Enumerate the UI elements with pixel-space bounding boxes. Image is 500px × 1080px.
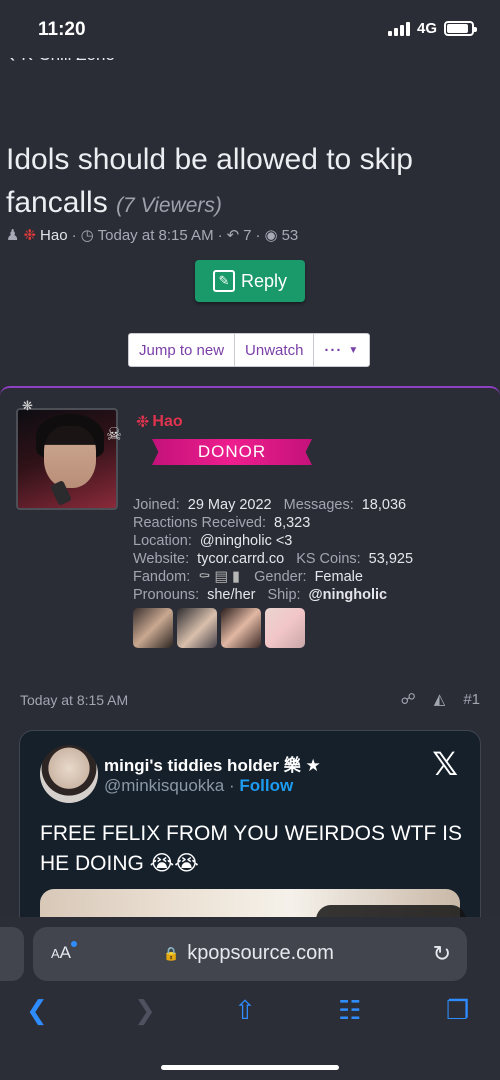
fandom-icons: ⚰ ▤ ▮ [198, 568, 240, 586]
thread-title: Idols should be allowed to skip fancalls… [6, 138, 486, 227]
home-indicator [161, 1065, 339, 1070]
eye-icon: ◉ [264, 227, 278, 244]
skull-decoration-icon: ☠ [106, 424, 123, 444]
reply-button-label: Reply [240, 270, 288, 291]
post-number[interactable]: #1 [463, 691, 480, 708]
follow-link[interactable]: Follow [239, 776, 293, 795]
post-actions: ☍ ◭ #1 [401, 690, 480, 709]
flair-icon: ❉ [23, 227, 37, 244]
more-dots: ··· [324, 341, 343, 359]
share-icon[interactable]: ☍ [401, 690, 416, 708]
status-time: 11:20 [38, 19, 86, 40]
network-label: 4G [416, 20, 437, 37]
tweet-handle-row: @minkisquokka · Follow [104, 776, 294, 795]
view-count: 53 [281, 226, 299, 244]
bench-icon: ▤ [214, 569, 229, 585]
clock-icon: ◷ [80, 227, 94, 244]
reply-count: 7 [243, 226, 252, 244]
thread-meta: ♟ ❉ Hao · ◷ Today at 8:15 AM · ↶ 7 · ◉ 5… [6, 226, 299, 245]
user-icon: ♟ [6, 227, 20, 244]
bookmark-icon[interactable]: ◭ [434, 690, 446, 708]
back-icon[interactable]: ❮ [26, 995, 48, 1026]
address-bar[interactable]: AA 🔒 kpopsource.com ↻ [33, 927, 467, 981]
thread-timestamp[interactable]: Today at 8:15 AM [98, 227, 214, 244]
unwatch-button[interactable]: Unwatch [235, 334, 315, 366]
flair-icon: ❉ [136, 414, 150, 431]
reload-icon[interactable]: ↻ [433, 941, 451, 967]
ship-image[interactable] [265, 608, 305, 648]
reader-aa-button[interactable]: AA [51, 941, 78, 963]
donor-banner: DONOR [152, 439, 312, 465]
separator: · [255, 226, 261, 244]
separator: · [71, 226, 77, 244]
signal-icon [387, 21, 410, 36]
notification-dot [71, 941, 78, 947]
messages-count[interactable]: 18,036 [362, 496, 406, 514]
ship-value[interactable]: @ningholic [309, 586, 388, 604]
tweet-text: FREE FELIX FROM YOU WEIRDOS WTF IS HE DO… [40, 822, 462, 875]
browser-toolbar: AA 🔒 kpopsource.com ↻ ❮ ❯ ⇧ ☷ ❐ [0, 917, 500, 1080]
pronouns-value: she/her [207, 587, 256, 603]
status-indicators: 4G [387, 20, 477, 37]
forward-icon[interactable]: ❯ [134, 995, 156, 1026]
more-options-button[interactable]: ··· ▼ [314, 334, 369, 366]
ship-image[interactable] [177, 608, 217, 648]
x-logo-icon[interactable]: 𝕏 [432, 745, 458, 783]
tweet-handle[interactable]: @minkisquokka [104, 776, 224, 795]
location-value[interactable]: @ningholic <3 [200, 532, 293, 550]
spider-decoration-icon: ❋ [22, 398, 33, 413]
reply-arrow-icon: ↶ [226, 227, 240, 244]
share-icon[interactable]: ⇧ [234, 995, 256, 1026]
status-bar: 11:20 4G [0, 0, 500, 58]
bookmarks-icon[interactable]: ☷ [338, 995, 361, 1026]
joined-date: 29 May 2022 [187, 497, 272, 513]
lock-icon: 🔒 [163, 945, 180, 961]
user-stats: Joined: 29 May 2022 Messages: 18,036 Rea… [133, 496, 414, 604]
url-domain[interactable]: 🔒 kpopsource.com [163, 942, 334, 965]
tabs-icon[interactable]: ❐ [446, 995, 469, 1026]
gender-value: Female [314, 569, 363, 585]
reactions-count: 8,323 [274, 515, 311, 531]
post-container: ❋ ☠ ❉ Hao DONOR Joined: 29 May 2022 Mess… [0, 386, 500, 950]
post-timestamp[interactable]: Today at 8:15 AM [20, 692, 128, 708]
coins-value: 53,925 [368, 551, 414, 567]
previous-tab-peek[interactable] [0, 927, 24, 981]
jump-to-new-button[interactable]: Jump to new [129, 334, 236, 366]
battery-icon [444, 21, 477, 36]
website-link[interactable]: tycor.carrd.co [197, 550, 284, 568]
avatar[interactable] [16, 408, 118, 510]
tweet-display-name[interactable]: mingi's tiddies holder 樂 ★ [104, 751, 321, 776]
thread-action-group: Jump to new Unwatch ··· ▼ [128, 333, 371, 367]
ship-images [133, 608, 305, 648]
ship-image[interactable] [221, 608, 261, 648]
gravestone-icon: ⚰ [198, 569, 211, 585]
separator: · [217, 226, 223, 244]
edit-icon: ✎ [212, 270, 235, 292]
viewers-count[interactable]: (7 Viewers) [116, 194, 222, 217]
post-username[interactable]: ❉ Hao [136, 412, 183, 432]
tweet-avatar[interactable] [40, 745, 98, 803]
bandage-icon: ▮ [232, 569, 241, 585]
reply-button[interactable]: ✎ Reply [195, 260, 305, 302]
ship-image[interactable] [133, 608, 173, 648]
thread-author[interactable]: Hao [40, 227, 68, 244]
caret-down-icon: ▼ [348, 344, 360, 356]
